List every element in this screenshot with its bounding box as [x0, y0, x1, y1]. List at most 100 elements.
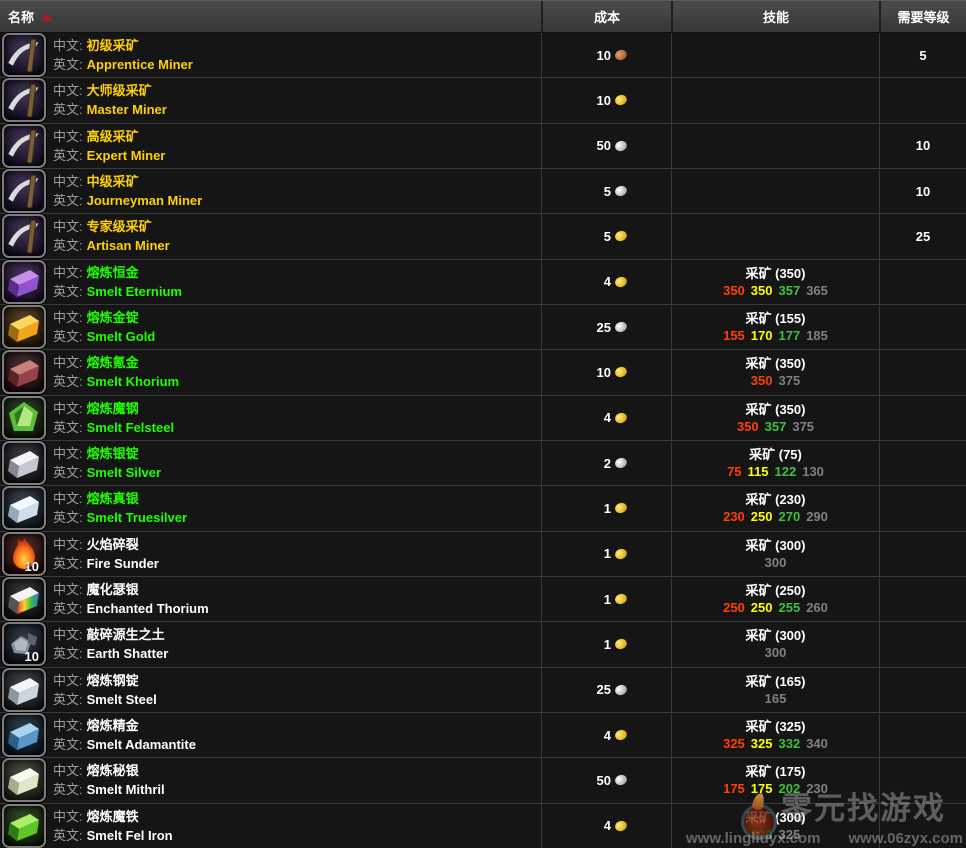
item-name-en[interactable]: Smelt Truesilver — [87, 510, 187, 525]
ingot-icon[interactable] — [2, 804, 46, 848]
name-cell: 中文:熔炼银锭 英文:Smelt Silver — [0, 441, 541, 485]
name-lines: 中文:中级采矿 英文:Journeyman Miner — [53, 172, 202, 210]
column-header-name[interactable]: 名称 — [0, 1, 541, 32]
cn-label: 中文: — [53, 219, 83, 234]
name-lines: 中文:熔炼恒金 英文:Smelt Eternium — [53, 263, 182, 301]
item-name-en[interactable]: Enchanted Thorium — [87, 601, 209, 616]
item-name-en[interactable]: Smelt Fel Iron — [87, 828, 173, 843]
ingot-icon[interactable] — [2, 305, 46, 349]
item-name-en[interactable]: Master Miner — [87, 102, 167, 117]
item-name-en[interactable]: Journeyman Miner — [87, 193, 203, 208]
pickaxe-icon[interactable] — [2, 169, 46, 213]
skill-cell — [671, 214, 879, 258]
gold-coin-icon — [614, 819, 629, 832]
ingot-icon[interactable] — [2, 441, 46, 485]
table-row: 10 中文:敲碎源生之土 英文:Earth Shatter 1 采矿 (300)… — [0, 621, 966, 666]
item-name-cn[interactable]: 熔炼银锭 — [87, 446, 139, 461]
name-cell: 中文:中级采矿 英文:Journeyman Miner — [0, 169, 541, 213]
required-level — [879, 804, 966, 848]
table-row: 中文:熔炼魔铁 英文:Smelt Fel Iron 4 采矿 (300)3003… — [0, 803, 966, 848]
item-name-en[interactable]: Apprentice Miner — [87, 57, 193, 72]
skill-up-thresholds: 75115122130 — [724, 463, 827, 480]
column-header-level[interactable]: 需要等级 — [879, 1, 966, 32]
item-name-cn[interactable]: 初级采矿 — [87, 38, 139, 53]
skill-up-thresholds: 155170177185 — [720, 327, 831, 344]
skill-cell: 采矿 (300)300 — [671, 532, 879, 576]
rainbow-ingot-icon[interactable] — [2, 577, 46, 621]
pickaxe-icon[interactable] — [2, 78, 46, 122]
column-header-cost[interactable]: 成本 — [541, 1, 671, 32]
skill-requirement: 采矿 (300) — [746, 537, 806, 554]
item-name-cn[interactable]: 熔炼真银 — [87, 491, 139, 506]
name-cell: 中文:高级采矿 英文:Expert Miner — [0, 124, 541, 168]
item-name-en[interactable]: Fire Sunder — [87, 556, 159, 571]
skill-step: 365 — [806, 283, 828, 298]
item-name-cn[interactable]: 大师级采矿 — [87, 83, 152, 98]
item-name-cn[interactable]: 高级采矿 — [87, 129, 139, 144]
column-header-name-label: 名称 — [8, 7, 34, 26]
skill-up-thresholds: 230250270290 — [720, 508, 831, 525]
item-name-cn[interactable]: 专家级采矿 — [87, 219, 152, 234]
required-level — [879, 713, 966, 757]
cn-label: 中文: — [53, 38, 83, 53]
skill-cell: 采矿 (350)350357375 — [671, 396, 879, 440]
skill-step: 155 — [723, 328, 745, 343]
ingot-icon[interactable] — [2, 486, 46, 530]
cost-cell: 5 — [541, 214, 671, 258]
item-name-cn[interactable]: 熔炼魔铁 — [87, 809, 139, 824]
gold-coin-icon — [614, 411, 629, 424]
item-name-cn[interactable]: 熔炼精金 — [87, 718, 139, 733]
skill-cell: 采矿 (325)325325332340 — [671, 713, 879, 757]
cost-cell: 5 — [541, 169, 671, 213]
item-name-en[interactable]: Smelt Felsteel — [87, 420, 174, 435]
item-name-cn[interactable]: 火焰碎裂 — [87, 537, 139, 552]
ingot-icon[interactable] — [2, 713, 46, 757]
item-name-cn[interactable]: 熔炼金锭 — [87, 310, 139, 325]
item-name-en[interactable]: Smelt Silver — [87, 465, 161, 480]
item-name-cn[interactable]: 敲碎源生之土 — [87, 627, 165, 642]
skill-cell — [671, 169, 879, 213]
cost-amount: 1 — [604, 546, 611, 561]
flame-icon[interactable]: 10 — [2, 532, 46, 576]
en-label: 英文: — [53, 782, 83, 797]
skill-up-thresholds: 250250255260 — [720, 599, 831, 616]
pickaxe-icon[interactable] — [2, 214, 46, 258]
ingot-icon[interactable] — [2, 758, 46, 802]
cn-label: 中文: — [53, 174, 83, 189]
skill-step: 350 — [723, 283, 745, 298]
item-name-cn[interactable]: 熔炼钢锭 — [87, 673, 139, 688]
skill-step: 175 — [751, 781, 773, 796]
ingot-icon[interactable] — [2, 350, 46, 394]
column-header-skill[interactable]: 技能 — [671, 1, 879, 32]
item-name-en[interactable]: Expert Miner — [87, 148, 166, 163]
skill-cell: 采矿 (250)250250255260 — [671, 577, 879, 621]
skill-step: 250 — [751, 509, 773, 524]
item-name-cn[interactable]: 熔炼氪金 — [87, 355, 139, 370]
gold-coin-icon — [614, 366, 629, 379]
item-name-en[interactable]: Earth Shatter — [87, 646, 169, 661]
item-name-cn[interactable]: 熔炼恒金 — [87, 265, 139, 280]
item-name-en[interactable]: Smelt Gold — [87, 329, 156, 344]
rocks-icon[interactable]: 10 — [2, 622, 46, 666]
item-name-en[interactable]: Smelt Adamantite — [87, 737, 196, 752]
name-cell: 中文:熔炼恒金 英文:Smelt Eternium — [0, 260, 541, 304]
pickaxe-icon[interactable] — [2, 124, 46, 168]
pickaxe-icon[interactable] — [2, 33, 46, 77]
ingot-icon[interactable] — [2, 260, 46, 304]
item-name-en[interactable]: Smelt Eternium — [87, 284, 182, 299]
item-name-en[interactable]: Smelt Mithril — [87, 782, 165, 797]
item-name-cn[interactable]: 熔炼魔钢 — [87, 401, 139, 416]
skill-step: 250 — [751, 600, 773, 615]
skill-step: 325 — [723, 736, 745, 751]
table-row: 中文:熔炼真银 英文:Smelt Truesilver 1 采矿 (230)23… — [0, 485, 966, 530]
item-name-en[interactable]: Smelt Steel — [87, 692, 157, 707]
item-name-en[interactable]: Artisan Miner — [87, 238, 170, 253]
required-level — [879, 758, 966, 802]
item-name-cn[interactable]: 魔化瑟银 — [87, 582, 139, 597]
skill-requirement: 采矿 (325) — [746, 718, 806, 735]
item-name-en[interactable]: Smelt Khorium — [87, 374, 179, 389]
ingot-icon[interactable] — [2, 668, 46, 712]
item-name-cn[interactable]: 熔炼秘银 — [87, 763, 139, 778]
item-name-cn[interactable]: 中级采矿 — [87, 174, 139, 189]
gem-icon[interactable] — [2, 396, 46, 440]
